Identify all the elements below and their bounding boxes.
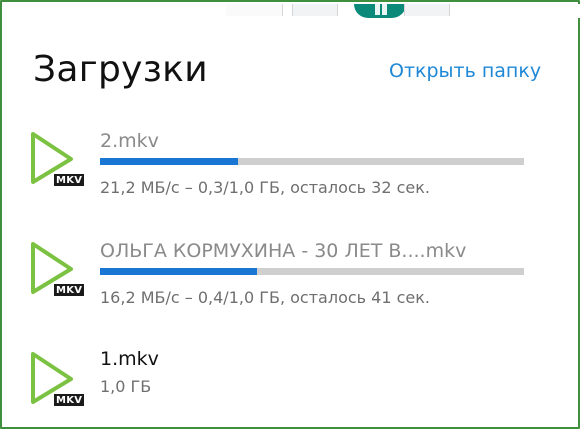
download-filename[interactable]: 1.mkv (100, 348, 159, 370)
download-filename[interactable]: ОЛЬГА КОРМУХИНА - 30 ЛЕТ В....mkv (100, 240, 466, 262)
browser-tab[interactable] (226, 4, 283, 16)
download-item[interactable]: MKV ОЛЬГА КОРМУХИНА - 30 ЛЕТ В....mkv 16… (2, 230, 580, 320)
download-progress-fill (100, 158, 238, 165)
file-type-badge: MKV (54, 394, 85, 406)
file-type-badge: MKV (54, 284, 85, 296)
page-title: Загрузки (33, 49, 208, 90)
download-filename[interactable]: 2.mkv (100, 130, 159, 152)
play-file-icon: MKV (26, 238, 85, 296)
downloads-panel: Загрузки Открыть папку MKV 2.mkv 21,2 МБ… (0, 0, 580, 429)
play-file-icon: MKV (26, 128, 85, 186)
download-status: 16,2 МБ/с – 0,4/1,0 ГБ, осталось 41 сек. (100, 288, 430, 307)
play-file-icon: MKV (26, 348, 85, 406)
download-status: 21,2 МБ/с – 0,3/1,0 ГБ, осталось 32 сек. (100, 178, 430, 197)
browser-tab[interactable] (292, 4, 338, 16)
open-folder-link[interactable]: Открыть папку (389, 60, 541, 82)
download-item[interactable]: MKV 1.mkv 1,0 ГБ (2, 340, 580, 430)
download-status: 1,0 ГБ (100, 377, 152, 396)
browser-tab[interactable] (404, 4, 450, 16)
download-progress-bar (100, 268, 524, 275)
file-type-badge: MKV (54, 174, 85, 186)
browser-tab-strip (4, 4, 580, 18)
download-progress-bar (100, 158, 524, 165)
download-progress-fill (100, 268, 257, 275)
download-item[interactable]: MKV 2.mkv 21,2 МБ/с – 0,3/1,0 ГБ, остало… (2, 120, 580, 210)
profile-avatar[interactable] (354, 4, 406, 18)
